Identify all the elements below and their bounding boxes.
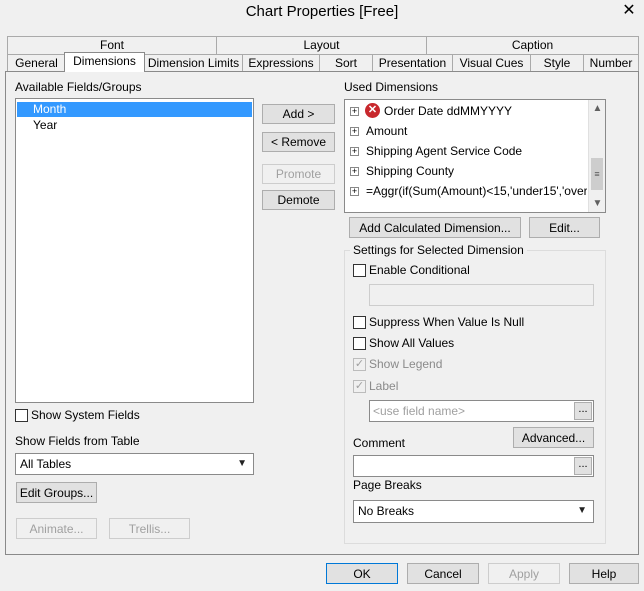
scroll-thumb[interactable]: ≡ xyxy=(591,158,603,190)
enable-conditional-checkbox[interactable] xyxy=(353,264,366,277)
tab-layout[interactable]: Layout xyxy=(216,36,427,54)
label-checkbox-label: Label xyxy=(369,379,399,393)
expand-icon[interactable]: + xyxy=(350,187,359,196)
chevron-down-icon: ▼ xyxy=(237,458,247,469)
show-legend-label: Show Legend xyxy=(369,357,443,371)
dimension-shipping-agent[interactable]: Shipping Agent Service Code xyxy=(366,144,522,158)
conditional-input[interactable] xyxy=(369,284,594,306)
tab-style[interactable]: Style xyxy=(530,54,584,72)
add-button[interactable]: Add > xyxy=(262,104,335,124)
expand-icon[interactable]: + xyxy=(350,127,359,136)
trellis-button[interactable]: Trellis... xyxy=(109,518,190,539)
tab-caption[interactable]: Caption xyxy=(426,36,639,54)
show-fields-from-table-label: Show Fields from Table xyxy=(15,434,140,448)
animate-button[interactable]: Animate... xyxy=(16,518,97,539)
tab-dimensions[interactable]: Dimensions xyxy=(64,52,145,72)
dimension-shipping-county[interactable]: Shipping County xyxy=(366,164,454,178)
dimension-amount[interactable]: Amount xyxy=(366,124,407,138)
expand-icon[interactable]: + xyxy=(350,147,359,156)
label-input[interactable]: <use field name> xyxy=(369,400,594,422)
show-all-values-label: Show All Values xyxy=(369,336,455,350)
show-system-fields-label: Show System Fields xyxy=(31,408,140,422)
show-legend-checkbox[interactable]: ✓ xyxy=(353,358,366,371)
expand-icon[interactable]: + xyxy=(350,107,359,116)
comment-browse-button[interactable]: ... xyxy=(574,457,592,475)
ok-button[interactable]: OK xyxy=(326,563,398,584)
enable-conditional-label: Enable Conditional xyxy=(369,263,470,277)
suppress-null-checkbox[interactable] xyxy=(353,316,366,329)
show-system-fields-checkbox[interactable] xyxy=(15,409,28,422)
tab-sort[interactable]: Sort xyxy=(319,54,373,72)
tab-visual-cues[interactable]: Visual Cues xyxy=(452,54,531,72)
promote-button[interactable]: Promote xyxy=(262,164,335,184)
chevron-down-icon[interactable]: ▼ xyxy=(589,195,606,212)
dimension-calculated[interactable]: =Aggr(if(Sum(Amount)<15,'under15','over1… xyxy=(366,184,587,198)
tab-number[interactable]: Number xyxy=(583,54,639,72)
page-breaks-label: Page Breaks xyxy=(353,478,422,492)
tab-presentation[interactable]: Presentation xyxy=(372,54,453,72)
dimension-order-date[interactable]: Order Date ddMMYYYY xyxy=(384,104,512,118)
chevron-up-icon[interactable]: ▲ xyxy=(589,100,606,117)
label-checkbox[interactable]: ✓ xyxy=(353,380,366,393)
show-all-values-checkbox[interactable] xyxy=(353,337,366,350)
tab-expressions[interactable]: Expressions xyxy=(242,54,320,72)
advanced-button[interactable]: Advanced... xyxy=(513,427,594,448)
comment-label: Comment xyxy=(353,436,406,450)
list-item-month[interactable]: Month xyxy=(17,102,252,117)
available-fields-list[interactable]: Month Year xyxy=(15,98,254,403)
used-dimensions-title: Used Dimensions xyxy=(344,80,439,94)
suppress-null-label: Suppress When Value Is Null xyxy=(369,315,525,329)
remove-button[interactable]: < Remove xyxy=(262,132,335,152)
page-breaks-select[interactable]: No Breaks ▼ xyxy=(353,500,594,523)
error-icon: ✕ xyxy=(365,103,380,118)
page-breaks-value: No Breaks xyxy=(358,504,415,518)
tab-dimension-limits[interactable]: Dimension Limits xyxy=(144,54,243,72)
close-icon[interactable]: ✕ xyxy=(614,0,644,24)
available-fields-title: Available Fields/Groups xyxy=(15,80,142,94)
settings-title: Settings for Selected Dimension xyxy=(350,243,527,257)
edit-button[interactable]: Edit... xyxy=(529,217,600,238)
used-dimensions-list[interactable]: + ✕ Order Date ddMMYYYY + Amount + Shipp… xyxy=(344,99,606,213)
table-select[interactable]: All Tables ▼ xyxy=(15,453,254,475)
list-item-year[interactable]: Year xyxy=(17,118,57,133)
scrollbar[interactable]: ▲ ≡ ▼ xyxy=(588,100,605,212)
help-button[interactable]: Help xyxy=(569,563,639,584)
demote-button[interactable]: Demote xyxy=(262,190,335,210)
expand-icon[interactable]: + xyxy=(350,167,359,176)
edit-groups-button[interactable]: Edit Groups... xyxy=(16,482,97,503)
add-calculated-dimension-button[interactable]: Add Calculated Dimension... xyxy=(349,217,521,238)
label-placeholder: <use field name> xyxy=(373,404,466,418)
chevron-down-icon: ▼ xyxy=(577,505,587,516)
window-title: Chart Properties [Free] xyxy=(0,0,644,24)
label-browse-button[interactable]: ... xyxy=(574,402,592,420)
apply-button[interactable]: Apply xyxy=(488,563,560,584)
tab-general[interactable]: General xyxy=(7,54,66,72)
table-select-value: All Tables xyxy=(20,457,72,471)
comment-input[interactable] xyxy=(353,455,594,477)
cancel-button[interactable]: Cancel xyxy=(407,563,479,584)
